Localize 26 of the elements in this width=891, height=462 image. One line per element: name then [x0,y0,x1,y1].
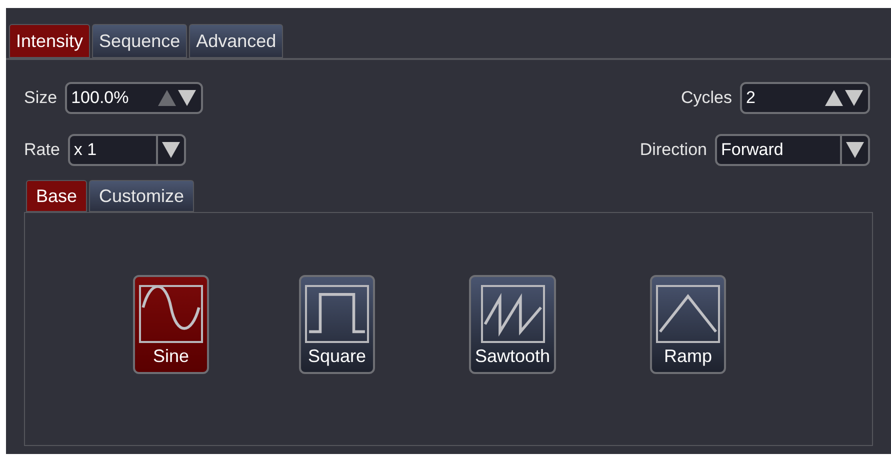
waveform-button[interactable]: Sine [133,275,209,374]
ramp-wave-icon [656,285,720,343]
square-wave-icon [305,285,369,343]
field-label: Rate [24,139,60,162]
dropdown-field[interactable]: Forward [715,134,870,166]
waveform-button[interactable]: Square [299,275,375,374]
dropdown-arrow-icon [845,141,865,159]
spinner-field[interactable]: 100.0% [65,82,204,114]
sine-wave-icon [139,285,203,343]
up-arrow-icon[interactable] [824,89,844,107]
dropdown-arrow-icon [160,141,181,159]
waveform-button[interactable]: Ramp [650,275,726,374]
field-label: Direction [640,139,707,162]
tab[interactable]: Advanced [189,24,284,58]
dropdown-field[interactable]: x 1 [68,134,186,166]
field-label: Size [24,87,58,110]
down-arrow-icon[interactable] [177,89,198,107]
tab[interactable]: Base [26,180,88,212]
spinner-field[interactable]: 2 [740,82,870,114]
tab[interactable]: Customize [89,180,194,212]
tab[interactable]: Sequence [92,24,188,58]
tab[interactable]: Intensity [9,24,90,58]
sawtooth-wave-icon [480,285,545,343]
field-label: Cycles [680,87,732,110]
down-arrow-icon[interactable] [844,89,864,107]
waveform-button[interactable]: Sawtooth [469,275,556,374]
